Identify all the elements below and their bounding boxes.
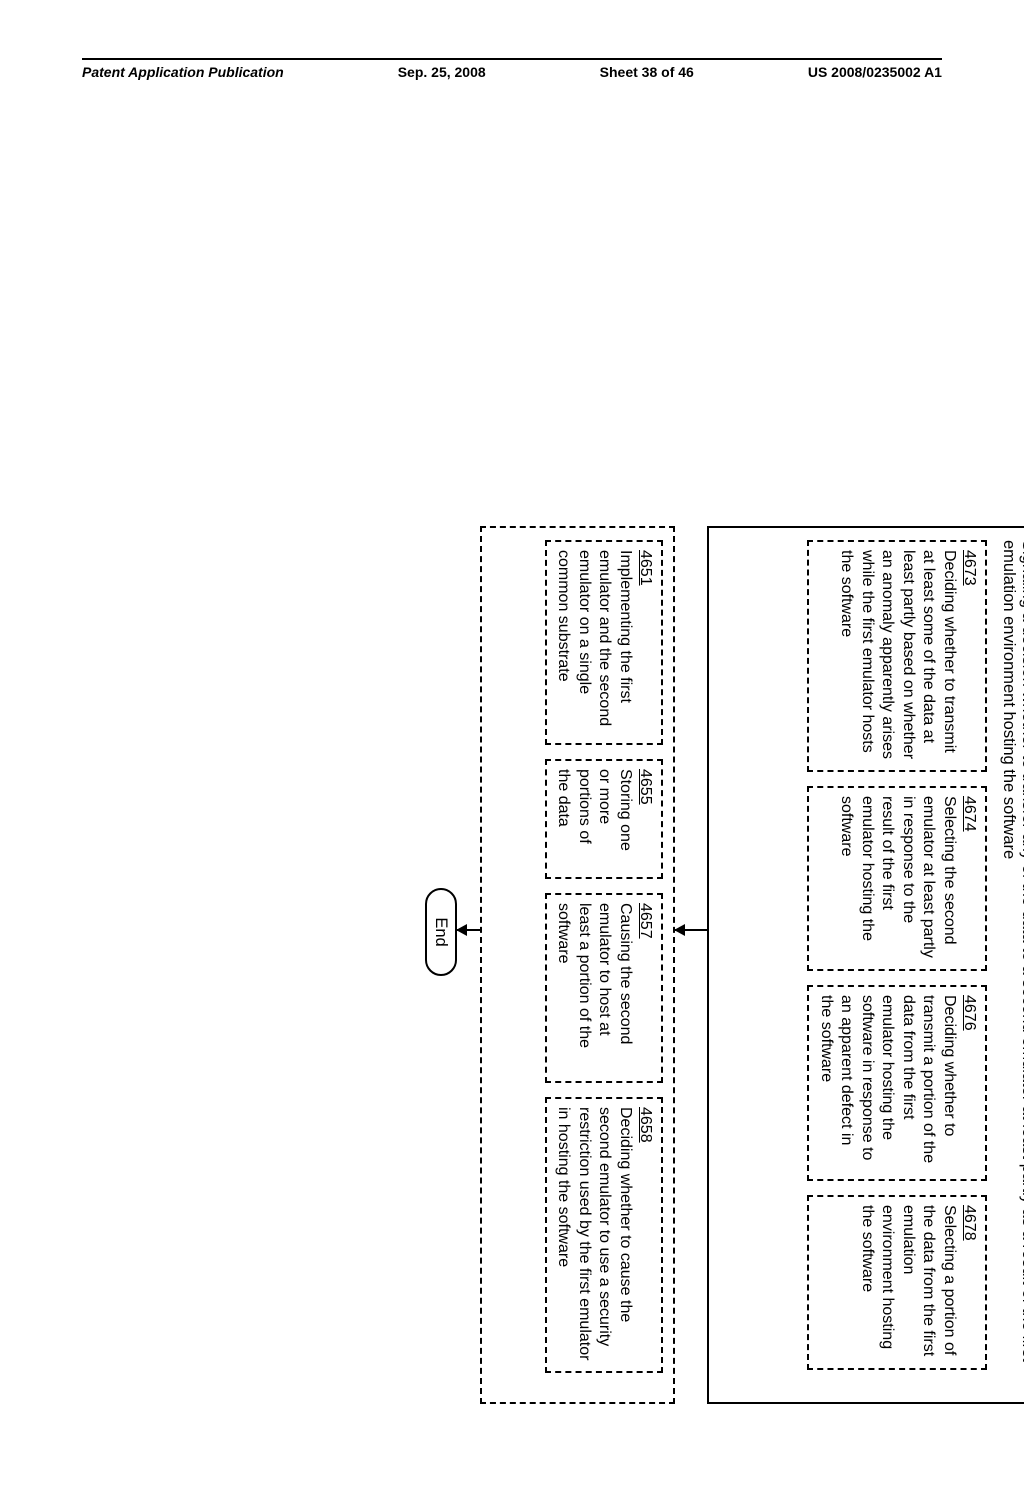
substep-text: Implementing the first emulator and the … bbox=[555, 550, 633, 726]
substep-num: 4674 bbox=[961, 796, 978, 832]
substep-4678: 4678 Selecting a portion of the data fro… bbox=[807, 1195, 987, 1370]
substep-4676: 4676 Deciding whether to transmit a port… bbox=[807, 985, 987, 1181]
substep-num: 4655 bbox=[637, 769, 654, 805]
substep-4674: 4674 Selecting the second emulator at le… bbox=[807, 786, 987, 971]
publication-label: Patent Application Publication bbox=[82, 64, 284, 80]
step-1270: Signaling a decision whether to transfer… bbox=[707, 526, 1024, 1404]
bottom-group: 4651 Implementing the first emulator and… bbox=[480, 526, 675, 1404]
substep-4673: 4673 Deciding whether to transmit at lea… bbox=[807, 540, 987, 772]
sheet-number: Sheet 38 of 46 bbox=[600, 64, 694, 80]
arrow-icon bbox=[457, 929, 480, 931]
page-header: Patent Application Publication Sep. 25, … bbox=[82, 58, 942, 80]
end-node: End bbox=[425, 888, 457, 976]
substep-text: Selecting the second emulator at least p… bbox=[838, 796, 957, 958]
publication-date: Sep. 25, 2008 bbox=[398, 64, 486, 80]
substep-text: Deciding whether to cause the second emu… bbox=[555, 1107, 633, 1360]
publication-number: US 2008/0235002 A1 bbox=[808, 64, 942, 80]
substep-num: 4651 bbox=[637, 550, 654, 586]
step-1270-text: Signaling a decision whether to transfer… bbox=[999, 540, 1024, 1390]
substep-num: 4657 bbox=[637, 903, 654, 939]
figure-container: FIG. 46 1200 Start 1210 Obtaining data f… bbox=[0, 295, 1024, 1065]
substep-4657: 4657 Causing the second emulator to host… bbox=[545, 893, 663, 1083]
substep-num: 4678 bbox=[961, 1205, 978, 1241]
arrow-icon bbox=[675, 929, 707, 931]
substep-text: Selecting a portion of the data from the… bbox=[859, 1205, 958, 1356]
substep-num: 4658 bbox=[637, 1107, 654, 1143]
substep-4658: 4658 Deciding whether to cause the secon… bbox=[545, 1097, 663, 1373]
substep-text: Causing the second emulator to host at l… bbox=[555, 903, 633, 1048]
substep-text: Storing one or more portions of the data bbox=[555, 769, 633, 851]
substep-text: Deciding whether to transmit at least so… bbox=[838, 550, 957, 759]
substep-4655: 4655 Storing one or more portions of the… bbox=[545, 759, 663, 879]
substep-num: 4673 bbox=[961, 550, 978, 586]
substep-4651: 4651 Implementing the first emulator and… bbox=[545, 540, 663, 745]
substep-text: Deciding whether to transmit a portion o… bbox=[818, 995, 958, 1163]
substep-num: 4676 bbox=[961, 995, 978, 1031]
